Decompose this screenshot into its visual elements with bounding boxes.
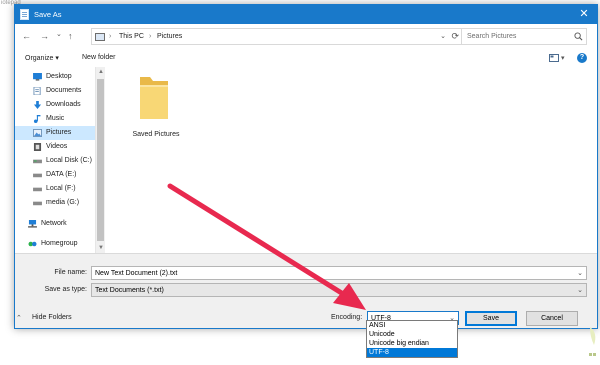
- sidebar-item-label: Local Disk (C:): [46, 157, 92, 164]
- title-bar: Save As ✕: [15, 5, 597, 24]
- encoding-option-utf-8[interactable]: UTF-8: [367, 348, 457, 357]
- save-as-type-value: Text Documents (*.txt): [95, 287, 164, 294]
- view-options-button[interactable]: ▾: [549, 53, 567, 63]
- new-folder-button[interactable]: New folder: [82, 54, 115, 61]
- sidebar-item-data-e[interactable]: DATA (E:): [15, 168, 95, 182]
- search-icon: [574, 32, 583, 41]
- sidebar-item-music[interactable]: Music: [15, 112, 95, 126]
- sidebar-item-label: DATA (E:): [46, 171, 77, 178]
- drive-icon: [33, 159, 42, 164]
- encoding-option-unicode-big-endian[interactable]: Unicode big endian: [367, 339, 457, 348]
- folder-item-saved-pictures[interactable]: Saved Pictures: [123, 73, 189, 143]
- file-name-label: File name:: [54, 269, 87, 276]
- help-icon[interactable]: ?: [577, 53, 587, 63]
- sidebar-item-local-f[interactable]: Local (F:): [15, 182, 95, 196]
- save-options-panel: File name: New Text Document (2).txt ⌄ S…: [15, 253, 597, 328]
- sidebar-item-label: Desktop: [46, 73, 72, 80]
- desktop-icon: [33, 73, 42, 81]
- navigation-pane: Desktop Documents Downloads Music Pictur…: [15, 67, 96, 253]
- sidebar-item-local-disk-c[interactable]: Local Disk (C:): [15, 154, 95, 168]
- sidebar-item-label: Videos: [46, 143, 68, 150]
- command-toolbar: Organize ▾ New folder ▾ ?: [15, 49, 597, 67]
- cancel-button[interactable]: Cancel: [526, 311, 578, 326]
- sidebar-scrollbar[interactable]: ▲ ▼: [96, 67, 105, 253]
- save-as-dialog: Save As ✕ ← → ⌄ ↑ › This PC › Pictures ⌄…: [14, 4, 598, 329]
- sidebar-item-network[interactable]: Network: [15, 217, 95, 231]
- corner-logo-mark: [589, 327, 596, 356]
- encoding-dropdown-list: ANSI Unicode Unicode big endian UTF-8: [366, 320, 458, 358]
- search-input[interactable]: Search Pictures: [461, 28, 587, 45]
- notepad-icon: [20, 9, 29, 20]
- breadcrumb-this-pc[interactable]: This PC: [119, 33, 144, 40]
- sidebar-item-label: Pictures: [46, 129, 72, 136]
- close-icon[interactable]: ✕: [577, 7, 591, 21]
- breadcrumb-separator: ›: [149, 33, 152, 40]
- drive-icon: [33, 201, 42, 206]
- navigation-bar: ← → ⌄ ↑ › This PC › Pictures ⌄ ⟳ Search …: [15, 24, 597, 49]
- address-bar[interactable]: › This PC › Pictures ⌄ ⟳: [91, 28, 463, 45]
- save-as-type-label: Save as type:: [44, 286, 87, 293]
- sidebar-item-homegroup[interactable]: Homegroup: [15, 237, 95, 251]
- sidebar-item-label: Documents: [46, 87, 82, 94]
- forward-arrow-icon[interactable]: →: [40, 30, 49, 42]
- hide-folders-chevron-icon: ⌃: [16, 315, 22, 322]
- scrollbar-thumb[interactable]: [97, 79, 104, 241]
- sidebar-item-label: media (G:): [46, 199, 80, 206]
- scroll-up-icon[interactable]: ▲: [98, 69, 104, 75]
- refresh-icon[interactable]: ⟳: [451, 31, 459, 42]
- pictures-icon: [33, 129, 42, 137]
- network-icon: [28, 220, 37, 228]
- sidebar-item-label: Music: [46, 115, 65, 122]
- sidebar-item-pictures[interactable]: Pictures: [15, 126, 95, 140]
- folder-icon: [140, 77, 168, 119]
- organize-button[interactable]: Organize ▾: [25, 54, 59, 62]
- folder-label: Saved Pictures: [132, 131, 180, 138]
- hide-folders-label: Hide Folders: [32, 314, 72, 321]
- save-as-type-dropdown-icon[interactable]: ⌄: [577, 286, 583, 294]
- save-button[interactable]: Save: [465, 311, 517, 326]
- view-dropdown-icon: ▾: [561, 55, 565, 62]
- sidebar-item-documents[interactable]: Documents: [15, 84, 95, 98]
- sidebar-item-downloads[interactable]: Downloads: [15, 98, 95, 112]
- breadcrumb-pictures[interactable]: Pictures: [157, 33, 182, 40]
- file-name-value: New Text Document (2).txt: [95, 270, 178, 277]
- videos-icon: [33, 143, 42, 151]
- this-pc-icon: [95, 33, 105, 41]
- drive-icon: [33, 173, 42, 178]
- view-icon: [549, 54, 559, 62]
- sidebar-item-media-g[interactable]: media (G:): [15, 196, 95, 210]
- music-icon: [33, 115, 41, 123]
- address-dropdown-icon[interactable]: ⌄: [440, 32, 446, 40]
- drive-icon: [33, 187, 42, 192]
- encoding-option-ansi[interactable]: ANSI: [367, 321, 457, 330]
- save-as-type-select[interactable]: Text Documents (*.txt) ⌄: [91, 283, 587, 297]
- sidebar-item-label: Network: [41, 220, 67, 227]
- documents-icon: [33, 87, 41, 95]
- file-list: Saved Pictures: [105, 67, 597, 253]
- sidebar-item-label: Homegroup: [41, 240, 78, 247]
- file-name-dropdown-icon[interactable]: ⌄: [577, 269, 583, 277]
- sidebar-item-label: Local (F:): [46, 185, 76, 192]
- window-title: Save As: [34, 10, 62, 19]
- recent-locations-icon[interactable]: ⌄: [56, 29, 62, 41]
- homegroup-icon: [28, 241, 37, 247]
- encoding-option-unicode[interactable]: Unicode: [367, 330, 457, 339]
- sidebar-item-videos[interactable]: Videos: [15, 140, 95, 154]
- breadcrumb-separator: ›: [109, 33, 112, 40]
- encoding-label: Encoding:: [331, 314, 363, 321]
- downloads-icon: [33, 101, 42, 109]
- scroll-down-icon[interactable]: ▼: [98, 245, 104, 251]
- back-arrow-icon[interactable]: ←: [22, 30, 31, 42]
- search-placeholder: Search Pictures: [467, 33, 517, 40]
- sidebar-item-label: Downloads: [46, 101, 81, 108]
- file-name-input[interactable]: New Text Document (2).txt ⌄: [91, 266, 587, 280]
- up-arrow-icon[interactable]: ↑: [68, 30, 73, 42]
- sidebar-item-desktop[interactable]: Desktop: [15, 70, 95, 84]
